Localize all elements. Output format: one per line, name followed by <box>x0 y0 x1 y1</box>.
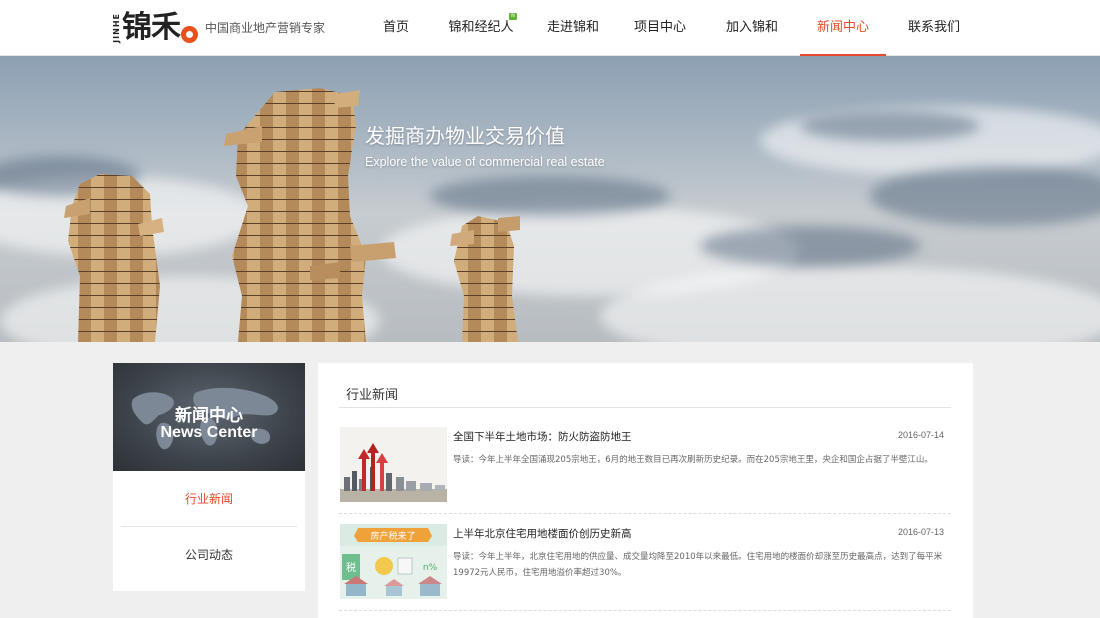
sidebar-banner: 新闻中心 News Center <box>113 363 305 471</box>
news-sidebar: 新闻中心 News Center 行业新闻 公司动态 <box>113 363 305 591</box>
news-date: 2016-07-14 <box>897 430 944 440</box>
logo-pinyin: JINHE <box>112 13 121 43</box>
section-header: 行业新闻 <box>339 363 951 408</box>
banner-subtitle: Explore the value of commercial real est… <box>365 155 605 169</box>
nav-item-join[interactable]: 加入锦和 <box>704 0 800 56</box>
site-header: JINHE 锦禾 中国商业地产营销专家 首页 锦和经纪人 N 走进锦和 项目中心… <box>0 0 1100 56</box>
news-thumbnail[interactable]: 房产税来了 税 n% <box>340 524 447 599</box>
sidebar-heading-cn: 新闻中心 <box>175 406 243 426</box>
news-summary: 导读：今年上半年，北京住宅用地的供应量、成交量均降至2010年以来最低。住宅用地… <box>453 552 943 578</box>
news-date: 2016-07-13 <box>897 527 944 537</box>
thumb-percent-text: n% <box>423 563 438 573</box>
news-list-panel: 行业新闻 全国下半年土地市场：防火防盗防地王 2016-07-14 导读：今年上… <box>318 363 973 618</box>
nav-item-about[interactable]: 走进锦和 <box>530 0 616 56</box>
property-tax-image: 房产税来了 税 n% <box>340 524 447 599</box>
nav-item-contact[interactable]: 联系我们 <box>886 0 982 56</box>
site-logo[interactable]: JINHE 锦禾 <box>112 10 198 46</box>
jenga-towers-image <box>64 88 520 342</box>
site-slogan: 中国商业地产营销专家 <box>205 21 326 35</box>
nav-item-projects[interactable]: 项目中心 <box>616 0 704 56</box>
sidebar-item-company-news[interactable]: 公司动态 <box>121 527 297 583</box>
sidebar-item-industry-news[interactable]: 行业新闻 <box>121 471 297 527</box>
news-title[interactable]: 全国下半年土地市场：防火防盗防地王 <box>453 429 632 444</box>
nav-item-broker-label: 锦和经纪人 <box>448 20 514 35</box>
logo-text: 锦禾 <box>122 10 181 45</box>
nav-item-broker[interactable]: 锦和经纪人 N <box>432 0 530 56</box>
new-badge-icon: N <box>509 13 517 20</box>
nav-item-home[interactable]: 首页 <box>360 0 432 56</box>
main-nav: 首页 锦和经纪人 N 走进锦和 项目中心 加入锦和 新闻中心 联系我们 <box>360 0 982 56</box>
list-item[interactable]: 全国下半年土地市场：防火防盗防地王 2016-07-14 导读：今年上半年全国涌… <box>339 427 951 514</box>
section-title: 行业新闻 <box>346 388 399 403</box>
news-thumbnail[interactable] <box>340 427 447 502</box>
sidebar-heading-en: News Center <box>160 424 258 441</box>
logo-circle-icon <box>181 25 198 43</box>
sidebar-menu: 行业新闻 公司动态 <box>113 471 305 591</box>
list-item[interactable]: 房产税来了 税 n% 上半年北京住宅用地楼面价创历史新高 2016-07-13 … <box>339 524 951 611</box>
news-title[interactable]: 上半年北京住宅用地楼面价创历史新高 <box>453 526 632 541</box>
banner-title: 发掘商办物业交易价值 <box>365 124 565 148</box>
news-summary: 导读：今年上半年全国涌现205宗地王，6月的地王数目已再次刷新历史纪录。而在20… <box>453 455 933 465</box>
rising-arrows-image <box>340 427 447 502</box>
thumb-banner-text: 房产税来了 <box>370 530 415 542</box>
hero-banner: 发掘商办物业交易价值 Explore the value of commerci… <box>0 56 1100 342</box>
thumb-tax-text: 税 <box>346 561 356 574</box>
nav-item-news[interactable]: 新闻中心 <box>800 0 886 56</box>
